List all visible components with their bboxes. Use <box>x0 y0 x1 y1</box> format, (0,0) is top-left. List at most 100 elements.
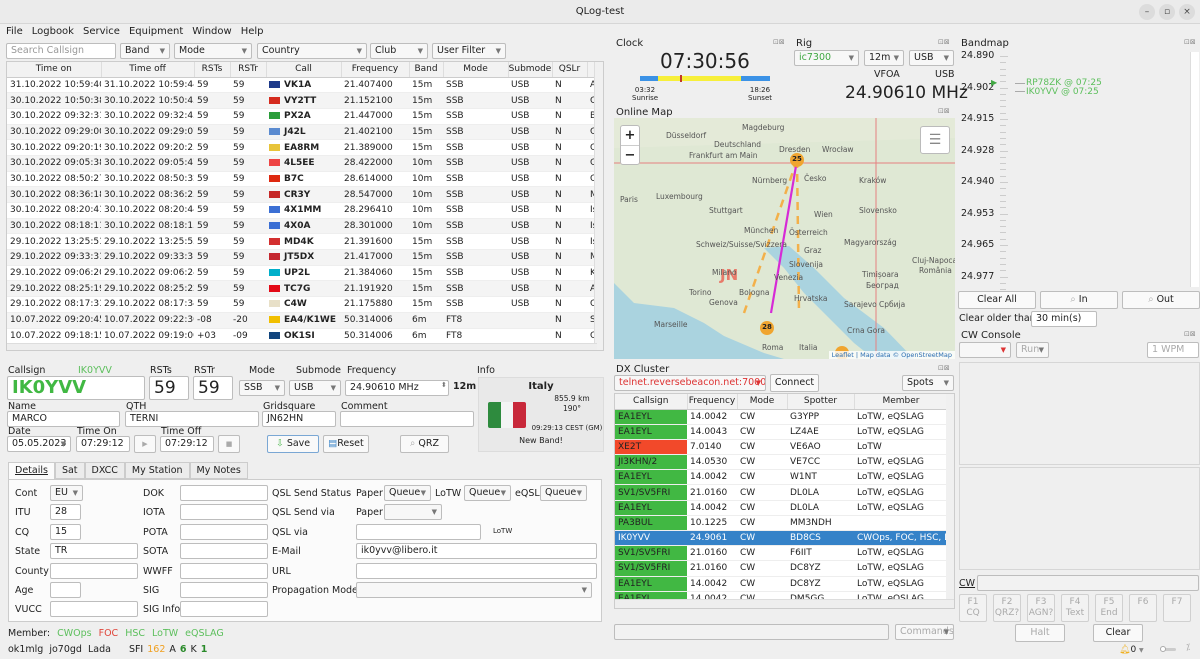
dx-column-header[interactable]: Frequency <box>687 394 738 410</box>
log-row[interactable]: 10.07.2022 09:18:15 10.07.2022 09:19:00 +0… <box>7 328 603 345</box>
cw-dock-buttons[interactable]: ⊡⊠ <box>1184 330 1196 338</box>
commands-select[interactable]: Commands ▼ <box>895 624 954 640</box>
dx-spot-row[interactable]: SV1/SV5FRI 21.0160 CW DL0LA LoTW, eQSLAG <box>615 484 948 501</box>
tab-details[interactable]: Details <box>8 462 55 479</box>
map-dock-buttons[interactable]: ⊡⊠ <box>938 107 950 115</box>
dx-spot-row[interactable]: SV1/SV5FRI 21.0160 CW DC8YZ LoTW, eQSLAG <box>615 560 948 577</box>
zoom-out-bandmap-button[interactable]: ⌕ Out <box>1122 291 1200 309</box>
halt-button[interactable]: Halt <box>1015 624 1065 642</box>
dx-spot-row[interactable]: JI3KHN/2 14.0530 CW VE7CC LoTW, eQSLAG <box>615 454 948 471</box>
sig-input[interactable] <box>180 582 268 598</box>
maximize-button[interactable]: ▫ <box>1159 4 1175 20</box>
dx-spot-row[interactable]: PA3BUL 10.1225 CW MM3NDH <box>615 515 948 532</box>
frequency-input[interactable]: 24.90610 MHz <box>345 380 449 396</box>
online-map[interactable]: 25 28 JN Magdeburg Düsseldorf Deutschland D… <box>614 118 955 359</box>
clear-all-button[interactable]: Clear All <box>958 291 1036 309</box>
toggle-switch[interactable] <box>1160 646 1176 652</box>
lotw-status-select[interactable]: Queue ▼ <box>464 485 511 501</box>
dx-spot-row[interactable]: EA1EYL 14.0042 CW DC8YZ LoTW, eQSLAG <box>615 576 948 592</box>
tab-dxcc[interactable]: DXCC <box>84 462 125 479</box>
cw-text-input[interactable] <box>977 575 1199 591</box>
dx-column-header[interactable]: Member <box>854 394 949 410</box>
dx-column-header[interactable]: Callsign <box>615 394 688 410</box>
frequency-spinner[interactable]: ⬍ <box>441 381 447 389</box>
log-column-header[interactable]: Band <box>409 62 444 78</box>
mode-filter[interactable]: Mode ▼ <box>174 43 252 59</box>
log-column-header[interactable]: Frequency <box>341 62 410 78</box>
dx-column-header[interactable]: Spotter <box>787 394 855 410</box>
log-row[interactable]: 29.10.2022 09:33:31 29.10.2022 09:33:31 59… <box>7 249 603 266</box>
cw-f4-button[interactable]: F4 Text <box>1061 594 1089 622</box>
rstr-input[interactable]: 59 <box>193 376 233 400</box>
bandmap-scrollbar[interactable] <box>1190 52 1199 287</box>
log-row[interactable]: 30.10.2022 08:50:27 30.10.2022 08:50:32 59… <box>7 171 603 188</box>
date-input[interactable]: 05.05.2023 ▼ <box>7 436 71 452</box>
log-row[interactable]: 30.10.2022 09:05:38 30.10.2022 09:05:47 59… <box>7 155 603 172</box>
menu-file[interactable]: File <box>6 24 23 40</box>
zoom-out-button[interactable]: − <box>621 145 639 165</box>
log-row[interactable]: 10.07.2022 09:20:45 10.07.2022 09:22:30 -0… <box>7 312 603 329</box>
zoom-in-bandmap-button[interactable]: ⌕ In <box>1040 291 1118 309</box>
save-button[interactable]: ⇩ Save <box>267 435 319 453</box>
menu-service[interactable]: Service <box>83 24 120 40</box>
log-row[interactable]: 29.10.2022 08:17:31 29.10.2022 08:17:34 59… <box>7 296 603 313</box>
dx-horizontal-scrollbar[interactable] <box>615 599 954 608</box>
band-filter[interactable]: Band ▼ <box>120 43 170 59</box>
paper-via-select[interactable]: ▼ <box>384 504 442 520</box>
menu-window[interactable]: Window <box>192 24 231 40</box>
log-row[interactable]: 30.10.2022 08:36:18 30.10.2022 08:36:23 59… <box>7 186 603 203</box>
dx-spot-row[interactable]: EA1EYL 14.0043 CW LZ4AE LoTW, eQSLAG <box>615 424 948 440</box>
pota-input[interactable] <box>180 524 268 540</box>
log-row[interactable]: 31.10.2022 10:59:40 31.10.2022 10:59:44 59… <box>7 77 603 94</box>
menu-logbook[interactable]: Logbook <box>32 24 74 40</box>
clock-dock-buttons[interactable]: ⊡⊠ <box>773 38 785 46</box>
rig-mode-select[interactable]: USB ▼ <box>909 50 954 66</box>
vucc-input[interactable] <box>50 601 138 617</box>
log-row[interactable]: 29.10.2022 08:25:19 29.10.2022 08:25:22 59… <box>7 280 603 298</box>
menu-equipment[interactable]: Equipment <box>129 24 183 40</box>
qsl-via-input[interactable] <box>356 524 481 540</box>
cw-f1-button[interactable]: F1 CQ <box>959 594 987 622</box>
log-vertical-scrollbar[interactable] <box>594 62 603 350</box>
cw-f3-button[interactable]: F3 AGN? <box>1027 594 1055 622</box>
tab-sat[interactable]: Sat <box>54 462 85 479</box>
log-horizontal-scrollbar[interactable] <box>7 343 597 350</box>
close-button[interactable]: × <box>1179 4 1195 20</box>
log-column-header[interactable]: RSTs <box>194 62 231 78</box>
start-time-button[interactable]: ▶ <box>134 435 156 453</box>
bandmap-dock-buttons[interactable]: ⊡⊠ <box>1184 38 1196 46</box>
zoom-in-button[interactable]: + <box>621 126 639 145</box>
log-column-header[interactable]: RSTr <box>230 62 267 78</box>
log-column-header[interactable]: Time on <box>7 62 102 78</box>
log-column-header[interactable]: Mode <box>443 62 509 78</box>
cw-f6-button[interactable]: F6 <box>1129 594 1157 622</box>
log-row[interactable]: 30.10.2022 09:20:19 30.10.2022 09:20:25 59… <box>7 139 603 156</box>
map-attribution[interactable]: Leaflet | Map data © OpenStreetMap <box>828 351 955 359</box>
cw-f5-button[interactable]: F5 End <box>1095 594 1123 622</box>
dx-command-input[interactable] <box>614 624 889 640</box>
log-column-header[interactable]: Call <box>266 62 342 78</box>
dx-dock-buttons[interactable]: ⊡⊠ <box>938 364 950 372</box>
county-input[interactable] <box>50 563 138 579</box>
log-row[interactable]: 30.10.2022 09:32:31 30.10.2022 09:32:43 59… <box>7 108 603 125</box>
wwff-input[interactable] <box>180 563 268 579</box>
reset-button[interactable]: ▤Reset <box>323 435 369 453</box>
cont-select[interactable]: EU ▼ <box>50 485 83 501</box>
itu-input[interactable]: 28 <box>50 504 81 520</box>
time-on-input[interactable]: 07:29:12 <box>76 436 130 452</box>
cw-f7-button[interactable]: F7 <box>1163 594 1191 622</box>
connect-button[interactable]: Connect <box>770 374 819 392</box>
club-filter[interactable]: Club ▼ <box>370 43 428 59</box>
log-row[interactable]: 30.10.2022 08:18:11 30.10.2022 08:18:15 59… <box>7 218 603 235</box>
log-column-header[interactable]: Time off <box>101 62 195 78</box>
time-off-input[interactable]: 07:29:12 <box>160 436 214 452</box>
dx-spot-row[interactable]: EA1EYL 14.0042 CW DL0LA LoTW, eQSLAG <box>615 500 948 516</box>
dx-view-select[interactable]: Spots ▼ <box>902 375 954 391</box>
rig-select[interactable]: ic7300 ▼ <box>794 50 859 66</box>
callsign-input[interactable]: IK0YVV <box>7 376 145 400</box>
log-row[interactable]: 29.10.2022 13:25:51 29.10.2022 13:25:55 59… <box>7 233 603 251</box>
dx-vertical-scrollbar[interactable] <box>946 394 954 600</box>
dx-server-select[interactable]: telnet.reversebeacon.net:7000 ▼ <box>614 375 766 391</box>
eqsl-status-select[interactable]: Queue ▼ <box>540 485 587 501</box>
rsts-input[interactable]: 59 <box>149 376 189 400</box>
